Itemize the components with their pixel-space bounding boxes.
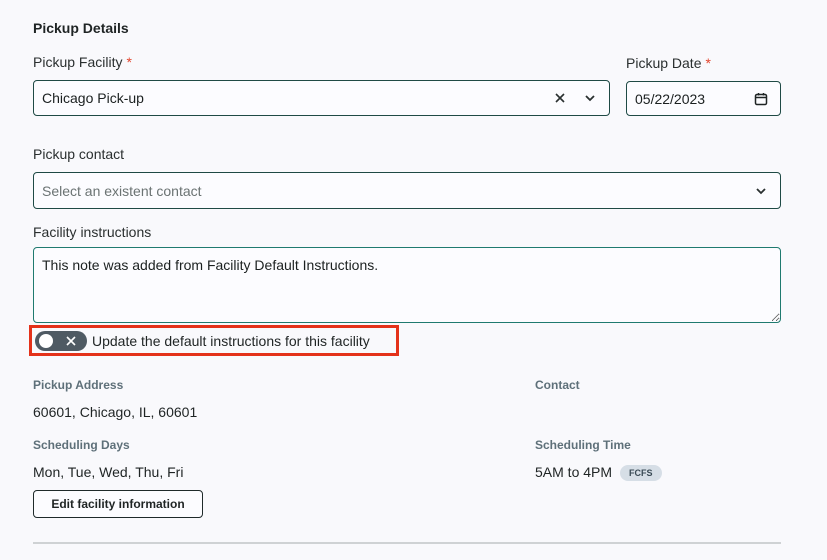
scheduling-time-label: Scheduling Time [535,438,631,452]
pickup-address-label: Pickup Address [33,378,124,392]
pickup-contact-placeholder: Select an existent contact [42,182,202,199]
chevron-down-icon[interactable] [581,89,599,107]
toggle-knob [39,333,53,348]
scheduling-days-label: Scheduling Days [33,438,130,452]
pickup-address-value: 60601, Chicago, IL, 60601 [33,404,198,420]
close-icon[interactable] [551,89,569,107]
pickup-facility-label: Pickup Facility * [33,54,132,70]
facility-instructions-textarea[interactable] [33,247,781,323]
pickup-facility-label-text: Pickup Facility [33,54,123,70]
update-default-toggle[interactable] [35,330,87,351]
close-icon [66,335,76,346]
scheduling-time-row: 5AM to 4PM FCFS [535,464,662,482]
required-mark: * [705,55,711,71]
contact-label: Contact [535,378,580,392]
pickup-contact-label: Pickup contact [33,146,125,162]
facility-instructions-label: Facility instructions [33,224,152,240]
pickup-contact-select[interactable]: Select an existent contact [33,172,781,209]
scheduling-days-value: Mon, Tue, Wed, Thu, Fri [33,464,184,480]
update-default-toggle-row: Update the default instructions for this… [29,325,399,356]
pickup-date-label-text: Pickup Date [626,55,702,71]
update-default-toggle-label: Update the default instructions for this… [92,332,370,349]
pickup-date-input[interactable]: 05/22/2023 [626,81,781,116]
calendar-icon[interactable] [752,90,770,108]
pickup-date-value: 05/22/2023 [635,90,706,107]
scheduling-time-value: 5AM to 4PM [535,464,613,480]
section-title: Pickup Details [33,20,129,36]
pickup-facility-select[interactable]: Chicago Pick-up [33,80,610,116]
pickup-date-label: Pickup Date * [626,55,711,71]
edit-facility-button[interactable]: Edit facility information [33,490,203,518]
required-mark: * [126,54,132,70]
pickup-facility-value: Chicago Pick-up [42,90,144,106]
section-divider [33,542,781,544]
pickup-details-page: Pickup Details Pickup Facility * Chicago … [0,0,827,560]
chevron-down-icon[interactable] [752,182,770,200]
fcfs-badge: FCFS [620,465,662,482]
